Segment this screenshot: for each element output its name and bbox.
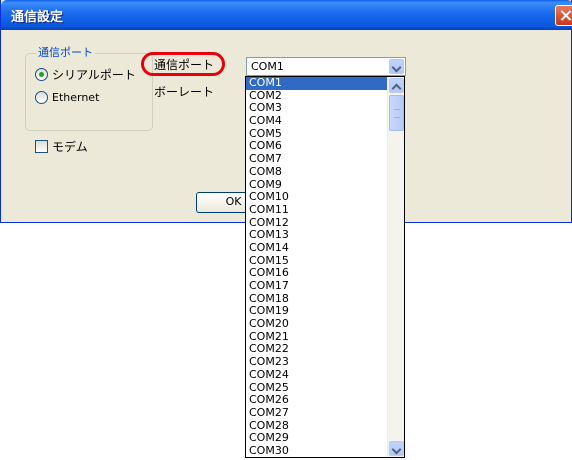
port-options: COM1 COM2 COM3 COM4 COM5 COM6 COM7 COM8 COM9 COM1… [246, 77, 388, 457]
dropdown-option[interactable]: COM7 [246, 152, 388, 166]
dropdown-option[interactable]: COM10 [246, 190, 388, 204]
dropdown-option[interactable]: COM24 [246, 368, 388, 382]
radio-ethernet-label: Ethernet [52, 90, 100, 104]
radio-serial-label: シリアルポート [52, 67, 136, 82]
dropdown-option[interactable]: COM14 [246, 241, 388, 255]
radio-unchecked-icon[interactable] [35, 90, 48, 104]
radio-checked-icon[interactable] [35, 67, 48, 81]
dropdown-option[interactable]: COM17 [246, 279, 388, 293]
dropdown-option[interactable]: COM8 [246, 165, 388, 179]
dropdown-option[interactable]: COM4 [246, 114, 388, 128]
chevron-down-icon[interactable] [389, 59, 404, 74]
radio-ethernet[interactable]: Ethernet [35, 89, 99, 105]
dropdown-option[interactable]: COM11 [246, 203, 388, 217]
dropdown-option[interactable]: COM26 [246, 393, 388, 407]
scroll-down-icon[interactable] [389, 441, 404, 456]
radio-serial-port[interactable]: シリアルポート [35, 66, 136, 82]
port-combobox[interactable]: COM1 [246, 57, 406, 76]
window-title: 通信設定 [11, 10, 64, 25]
dropdown-option[interactable]: COM20 [246, 317, 388, 331]
modem-checkbox-row[interactable]: モデム [35, 138, 88, 155]
modem-label: モデム [52, 140, 88, 154]
dropdown-scrollbar[interactable] [387, 77, 404, 457]
dropdown-option[interactable]: COM30 [246, 444, 388, 457]
baud-rate-label: ボーレート [154, 85, 215, 99]
modem-checkbox[interactable] [35, 140, 48, 153]
title-bar[interactable]: 通信設定 [1, 0, 572, 30]
dropdown-option[interactable]: COM1 [246, 77, 388, 90]
scroll-up-icon[interactable] [389, 78, 404, 93]
highlight-annotation [141, 52, 225, 76]
groupbox-legend: 通信ポート [36, 44, 95, 60]
scrollbar-thumb[interactable] [389, 95, 404, 131]
dropdown-option[interactable]: COM23 [246, 355, 388, 369]
dropdown-option[interactable]: COM27 [246, 406, 388, 420]
close-icon[interactable] [555, 5, 572, 26]
port-combobox-value: COM1 [251, 60, 284, 73]
port-dropdown-list[interactable]: COM1 COM2 COM3 COM4 COM5 COM6 COM7 COM8 COM9 COM1… [245, 76, 405, 458]
